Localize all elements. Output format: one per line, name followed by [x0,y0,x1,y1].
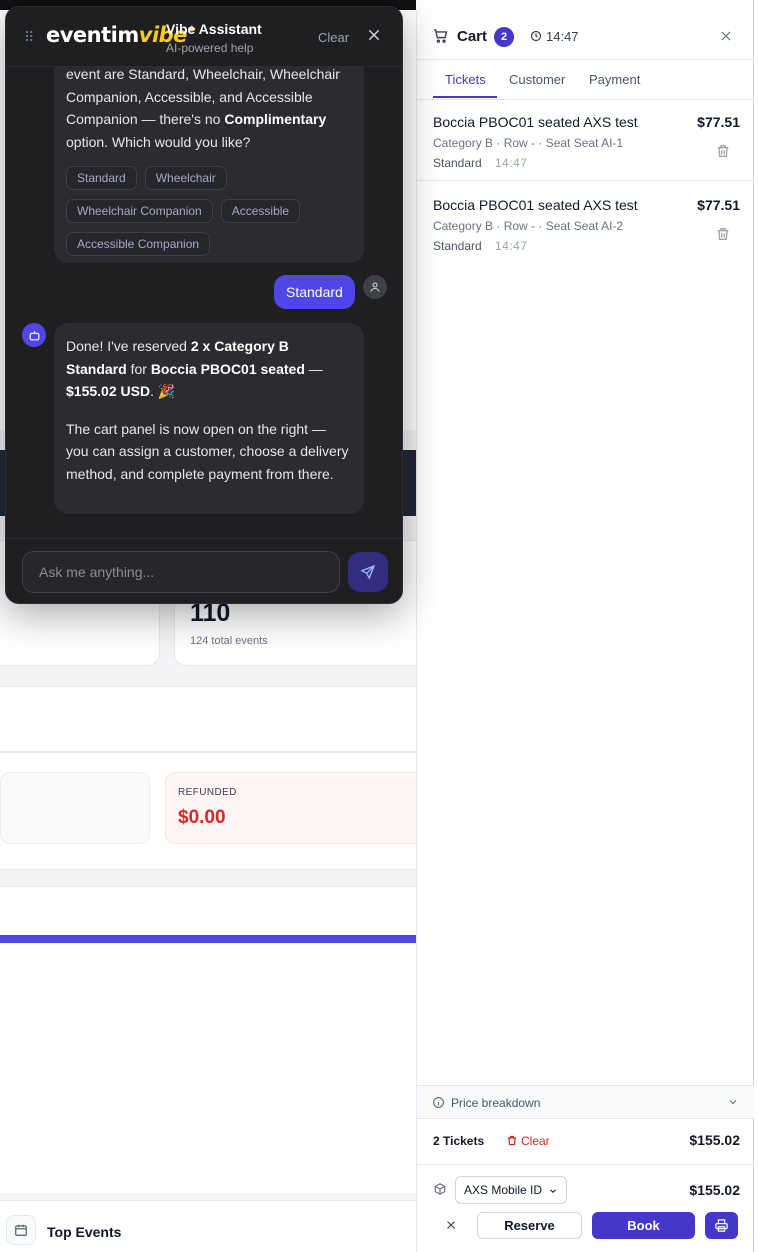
stat-subtitle: 124 total events [190,635,268,647]
chat-header: ⠿ eventimvibe✦ Vibe Assistant AI-powered… [6,7,402,67]
bot-avatar [22,323,46,347]
cart-item: Boccia PBOC01 seated AXS test $77.51 Cat… [417,101,754,181]
assistant-message: Done! I've reserved 2 x Category B Stand… [54,323,364,514]
clear-chat-button[interactable]: Clear [318,30,349,45]
price-breakdown-toggle[interactable]: Price breakdown [417,1085,754,1119]
info-icon [433,1097,444,1108]
close-icon[interactable] [719,29,733,43]
chat-input[interactable] [22,551,340,593]
user-icon [370,282,380,292]
trash-icon [508,1135,516,1146]
refunded-card: REFUNDED $0.00 [165,772,416,844]
message-bold-text: Boccia PBOC01 seated [150,360,305,377]
item-hold-time: 14:47 [495,239,528,253]
send-icon [360,564,376,580]
assistant-message: event are Standard, Wheelchair, Wheelcha… [54,67,364,263]
tab-customer[interactable]: Customer [509,72,565,87]
assistant-chat-window: event are Standard, Wheelchair, Wheelcha… [5,6,403,604]
close-icon[interactable] [366,27,382,43]
chip-accessible-companion[interactable]: Accessible Companion [66,232,211,256]
delivery-method-select[interactable]: AXS Mobile ID [455,1176,567,1204]
message-bold-text: $155.02 USD [66,383,151,399]
assistant-subtitle: AI-powered help [166,41,254,55]
clock-icon [530,30,542,42]
user-message: Standard [274,275,355,309]
print-button[interactable] [705,1212,738,1239]
progress-bar [0,935,416,943]
assistant-title: Vibe Assistant [166,21,262,37]
tab-tickets[interactable]: Tickets [445,72,486,87]
message-text: — [304,360,323,377]
logo-text: eventim [46,23,139,47]
clear-cart-button[interactable]: Clear [521,1134,550,1148]
active-tab-indicator [433,96,497,98]
cart-header: Cart 2 14:47 [417,10,754,60]
option-chips: Standard Wheelchair Wheelchair Companion… [66,166,352,256]
package-icon [434,1183,446,1195]
refunded-value: $0.00 [178,807,226,828]
cart-panel: Cart 2 14:47 Tickets Customer Payment Bo… [416,10,754,1252]
chevron-down-icon [550,1189,556,1194]
send-button[interactable] [348,552,388,592]
item-price: $77.51 [697,197,740,213]
message-text: Done! I've reserved [66,338,191,354]
ticket-count: 2 Tickets [433,1134,485,1148]
user-avatar [363,275,387,299]
chip-wheelchair[interactable]: Wheelchair [144,166,227,190]
message-bold-text: Complimentary [224,111,327,127]
message-text: . 🎉 [150,383,176,399]
tab-payment[interactable]: Payment [589,72,640,87]
drag-handle-icon[interactable]: ⠿ [24,29,34,46]
dashboard-section [0,886,416,938]
item-details: Category B · Row - · Seat Seat AI-1 [433,136,624,150]
bot-icon [29,330,39,340]
chip-wheelchair-companion[interactable]: Wheelchair Companion [66,199,213,223]
trash-icon[interactable] [715,226,731,242]
item-hold-time: 14:47 [495,156,528,170]
chat-messages: event are Standard, Wheelchair, Wheelcha… [6,67,402,537]
chip-accessible[interactable]: Accessible [220,199,301,223]
cart-count-badge: 2 [494,27,514,47]
trash-icon[interactable] [715,143,731,159]
calendar-icon [6,1215,36,1245]
delivery-method-value: AXS Mobile ID [464,1183,543,1197]
dashboard-chart-area [0,943,416,1193]
price-breakdown-label: Price breakdown [451,1096,541,1110]
cart-timer: 14:47 [546,29,579,44]
book-button[interactable]: Book [592,1212,695,1239]
item-name: Boccia PBOC01 seated AXS test [433,114,638,130]
delivery-total: $155.02 [689,1182,740,1198]
dashboard-section [0,686,416,752]
summary-card [0,772,150,844]
chat-composer [6,538,402,603]
cart-total: $155.02 [689,1132,740,1148]
refunded-label: REFUNDED [178,787,237,798]
top-events-header: Top Events [0,1200,416,1252]
cart-summary: 2 Tickets Clear $155.02 [417,1119,754,1165]
chip-standard[interactable]: Standard [66,166,137,190]
message-text: The cart panel is now open on the right … [66,420,349,482]
chevron-down-icon [729,1100,737,1105]
item-price: $77.51 [697,114,740,130]
item-details: Category B · Row - · Seat Seat AI-2 [433,219,624,233]
message-text: for [126,360,151,377]
item-name: Boccia PBOC01 seated AXS test [433,197,638,213]
message-text: option. Which would you like? [66,133,251,150]
item-price-type: Standard [433,239,482,253]
checkout-footer: AXS Mobile ID $155.02 Reserve Book [417,1165,754,1252]
cart-item: Boccia PBOC01 seated AXS test $77.51 Cat… [417,184,754,264]
close-icon[interactable] [444,1218,458,1232]
cart-title: Cart [457,28,488,45]
reserve-button[interactable]: Reserve [477,1212,582,1239]
cart-tabs: Tickets Customer Payment [417,60,754,100]
cart-icon [434,29,448,43]
top-events-title: Top Events [47,1224,122,1240]
printer-icon [715,1219,728,1232]
item-price-type: Standard [433,156,482,170]
